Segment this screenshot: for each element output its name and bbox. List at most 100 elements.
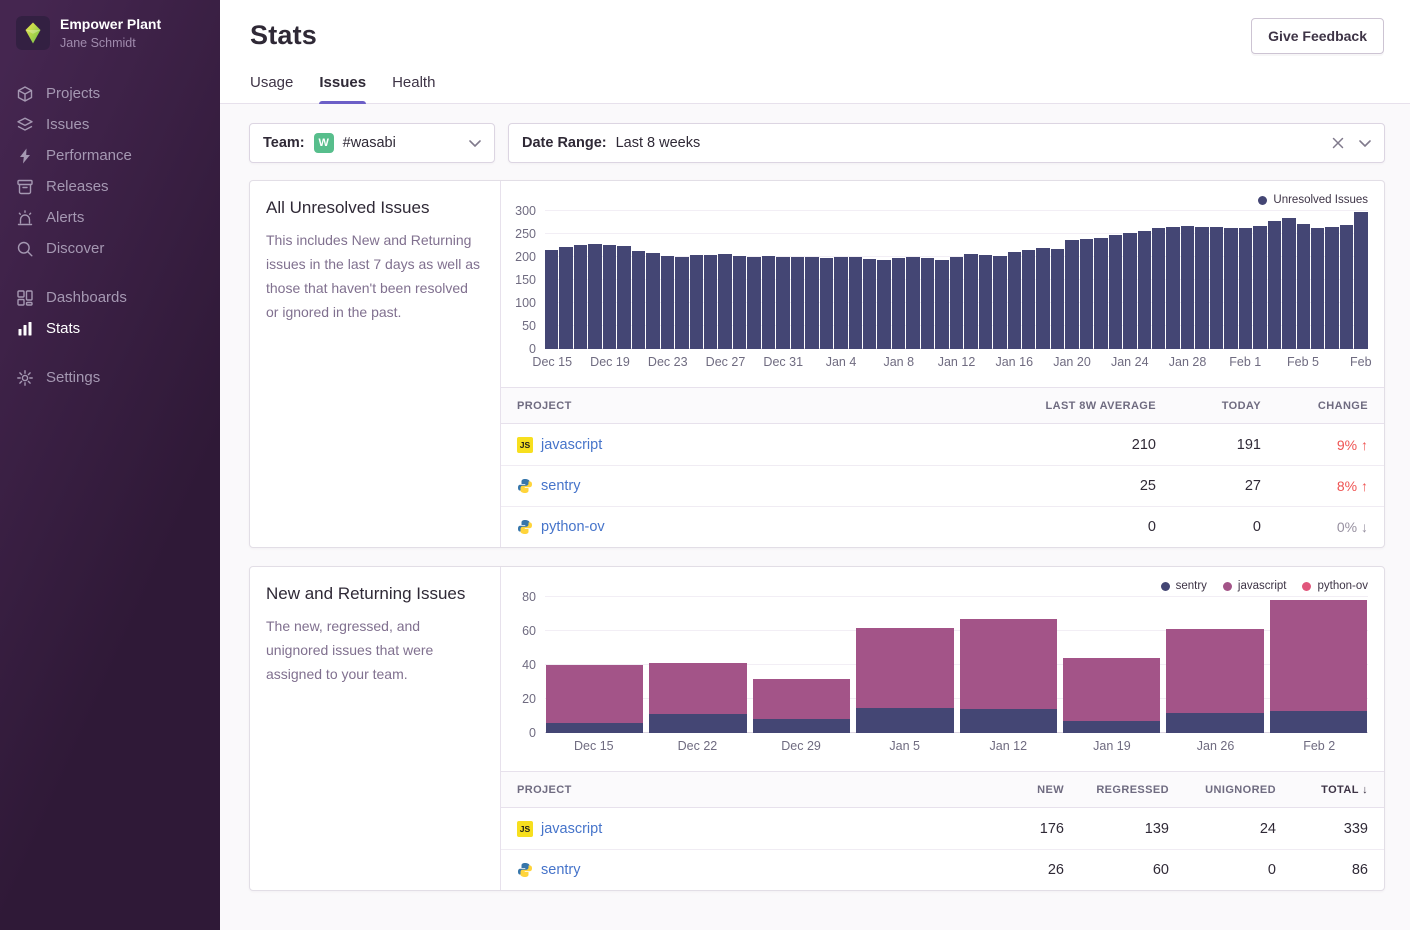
y-axis-label: 80 bbox=[522, 590, 536, 604]
new-returning-panel: New and Returning Issues The new, regres… bbox=[249, 566, 1385, 891]
today-cell: 0 bbox=[1156, 519, 1261, 535]
project-link[interactable]: javascript bbox=[541, 821, 602, 837]
stacked-bar bbox=[546, 597, 643, 733]
unresolved-bar bbox=[1354, 212, 1367, 349]
javascript-segment bbox=[960, 619, 1057, 709]
project-link[interactable]: sentry bbox=[541, 862, 581, 878]
regressed-cell: 60 bbox=[1064, 862, 1169, 878]
sentry-segment bbox=[649, 714, 746, 733]
unresolved-bar bbox=[1268, 221, 1281, 349]
javascript-segment bbox=[649, 663, 746, 714]
new-returning-panel-description: New and Returning Issues The new, regres… bbox=[250, 567, 501, 890]
unresolved-bar bbox=[646, 253, 659, 349]
unresolved-bar bbox=[1195, 227, 1208, 349]
legend-dot bbox=[1302, 582, 1311, 591]
change-value: 0% bbox=[1337, 519, 1357, 535]
legend-label: Unresolved Issues bbox=[1273, 194, 1368, 206]
unresolved-bar bbox=[1036, 248, 1049, 349]
change-value: 9% bbox=[1337, 437, 1357, 453]
unresolved-bar bbox=[776, 257, 789, 349]
stacked-bar bbox=[960, 597, 1057, 733]
sentry-segment bbox=[960, 709, 1057, 733]
org-switcher[interactable]: Empower Plant Jane Schmidt bbox=[0, 0, 220, 66]
sidebar-item-settings[interactable]: Settings bbox=[16, 362, 204, 393]
unresolved-bar bbox=[1181, 226, 1194, 349]
col-today: TODAY bbox=[1156, 400, 1261, 412]
x-axis-label: Jan 12 bbox=[938, 355, 976, 369]
x-axis-label: Feb 2 bbox=[1270, 739, 1368, 760]
user-name: Jane Schmidt bbox=[60, 36, 161, 50]
content-scroll[interactable]: Team: W #wasabi Date Range: Last 8 weeks… bbox=[220, 104, 1410, 930]
tab-health[interactable]: Health bbox=[392, 74, 435, 103]
sentry-segment bbox=[1270, 711, 1367, 733]
sidebar-item-releases[interactable]: Releases bbox=[16, 171, 204, 202]
legend-item[interactable]: Unresolved Issues bbox=[1258, 192, 1368, 208]
x-axis-label: Dec 23 bbox=[648, 355, 688, 369]
team-value: #wasabi bbox=[343, 135, 396, 151]
project-link[interactable]: javascript bbox=[541, 437, 602, 453]
x-axis-label: Feb bbox=[1350, 355, 1372, 369]
sidebar-item-stats[interactable]: Stats bbox=[16, 313, 204, 344]
regressed-cell: 139 bbox=[1064, 821, 1169, 837]
give-feedback-button[interactable]: Give Feedback bbox=[1251, 18, 1384, 54]
legend-dot bbox=[1223, 582, 1232, 591]
project-link[interactable]: sentry bbox=[541, 478, 581, 494]
y-axis-label: 0 bbox=[529, 342, 536, 356]
sidebar-item-issues[interactable]: Issues bbox=[16, 109, 204, 140]
stats-icon bbox=[16, 320, 34, 338]
sidebar-item-label: Dashboards bbox=[46, 289, 127, 306]
panel-title: All Unresolved Issues bbox=[266, 198, 484, 218]
team-avatar: W bbox=[314, 133, 334, 153]
unresolved-bar bbox=[993, 256, 1006, 349]
performance-icon bbox=[16, 147, 34, 165]
sidebar-item-label: Releases bbox=[46, 178, 109, 195]
sidebar-item-discover[interactable]: Discover bbox=[16, 233, 204, 264]
python-platform-icon bbox=[517, 519, 533, 535]
javascript-platform-icon: JS bbox=[517, 437, 533, 453]
legend-item[interactable]: sentry bbox=[1161, 578, 1207, 594]
y-axis-label: 0 bbox=[529, 726, 536, 740]
unresolved-bar bbox=[1094, 238, 1107, 349]
nav-divider bbox=[16, 264, 204, 282]
sidebar-item-projects[interactable]: Projects bbox=[16, 78, 204, 109]
page-title: Stats bbox=[250, 18, 317, 52]
table-row: python-ov 0 0 0% ↓ bbox=[501, 506, 1384, 547]
col-total-sort[interactable]: TOTAL ↓ bbox=[1276, 784, 1368, 796]
project-link[interactable]: python-ov bbox=[541, 519, 605, 535]
x-axis-label: Dec 31 bbox=[763, 355, 803, 369]
avg-cell: 25 bbox=[916, 478, 1156, 494]
tab-issues[interactable]: Issues bbox=[319, 74, 366, 103]
unresolved-bar bbox=[906, 257, 919, 349]
sidebar-item-dashboards[interactable]: Dashboards bbox=[16, 282, 204, 313]
unresolved-bar bbox=[849, 257, 862, 349]
bar-series bbox=[545, 211, 1368, 349]
col-project: PROJECT bbox=[517, 784, 944, 796]
legend-item[interactable]: python-ov bbox=[1302, 578, 1368, 594]
unresolved-bar bbox=[863, 259, 876, 349]
unresolved-bar bbox=[1166, 227, 1179, 349]
sidebar-item-performance[interactable]: Performance bbox=[16, 140, 204, 171]
chart-legend: sentry javascript python-ov bbox=[511, 578, 1368, 594]
bar-chart-plot bbox=[545, 211, 1368, 349]
unresolved-bar bbox=[690, 255, 703, 349]
unresolved-bar bbox=[1065, 240, 1078, 349]
unresolved-bar bbox=[964, 254, 977, 349]
javascript-segment bbox=[1270, 600, 1367, 711]
team-select[interactable]: Team: W #wasabi bbox=[249, 123, 495, 163]
python-platform-icon bbox=[517, 478, 533, 494]
org-info: Empower Plant Jane Schmidt bbox=[60, 16, 161, 50]
panel-desc: This includes New and Returning issues i… bbox=[266, 228, 484, 324]
table-header-row: PROJECT LAST 8W AVERAGE TODAY CHANGE bbox=[501, 388, 1384, 424]
y-axis-label: 250 bbox=[515, 227, 536, 241]
trend-down-icon: ↓ bbox=[1361, 519, 1368, 535]
sidebar-item-alerts[interactable]: Alerts bbox=[16, 202, 204, 233]
legend-item[interactable]: javascript bbox=[1223, 578, 1287, 594]
tab-usage[interactable]: Usage bbox=[250, 74, 293, 103]
stats-tabs: Usage Issues Health bbox=[220, 54, 1410, 104]
clear-icon[interactable] bbox=[1332, 137, 1344, 149]
date-range-select[interactable]: Date Range: Last 8 weeks bbox=[508, 123, 1385, 163]
project-cell: sentry bbox=[517, 862, 944, 878]
table-row: sentry 26 60 0 86 bbox=[501, 849, 1384, 890]
filter-bar: Team: W #wasabi Date Range: Last 8 weeks bbox=[249, 123, 1385, 163]
unresolved-bar bbox=[718, 254, 731, 349]
